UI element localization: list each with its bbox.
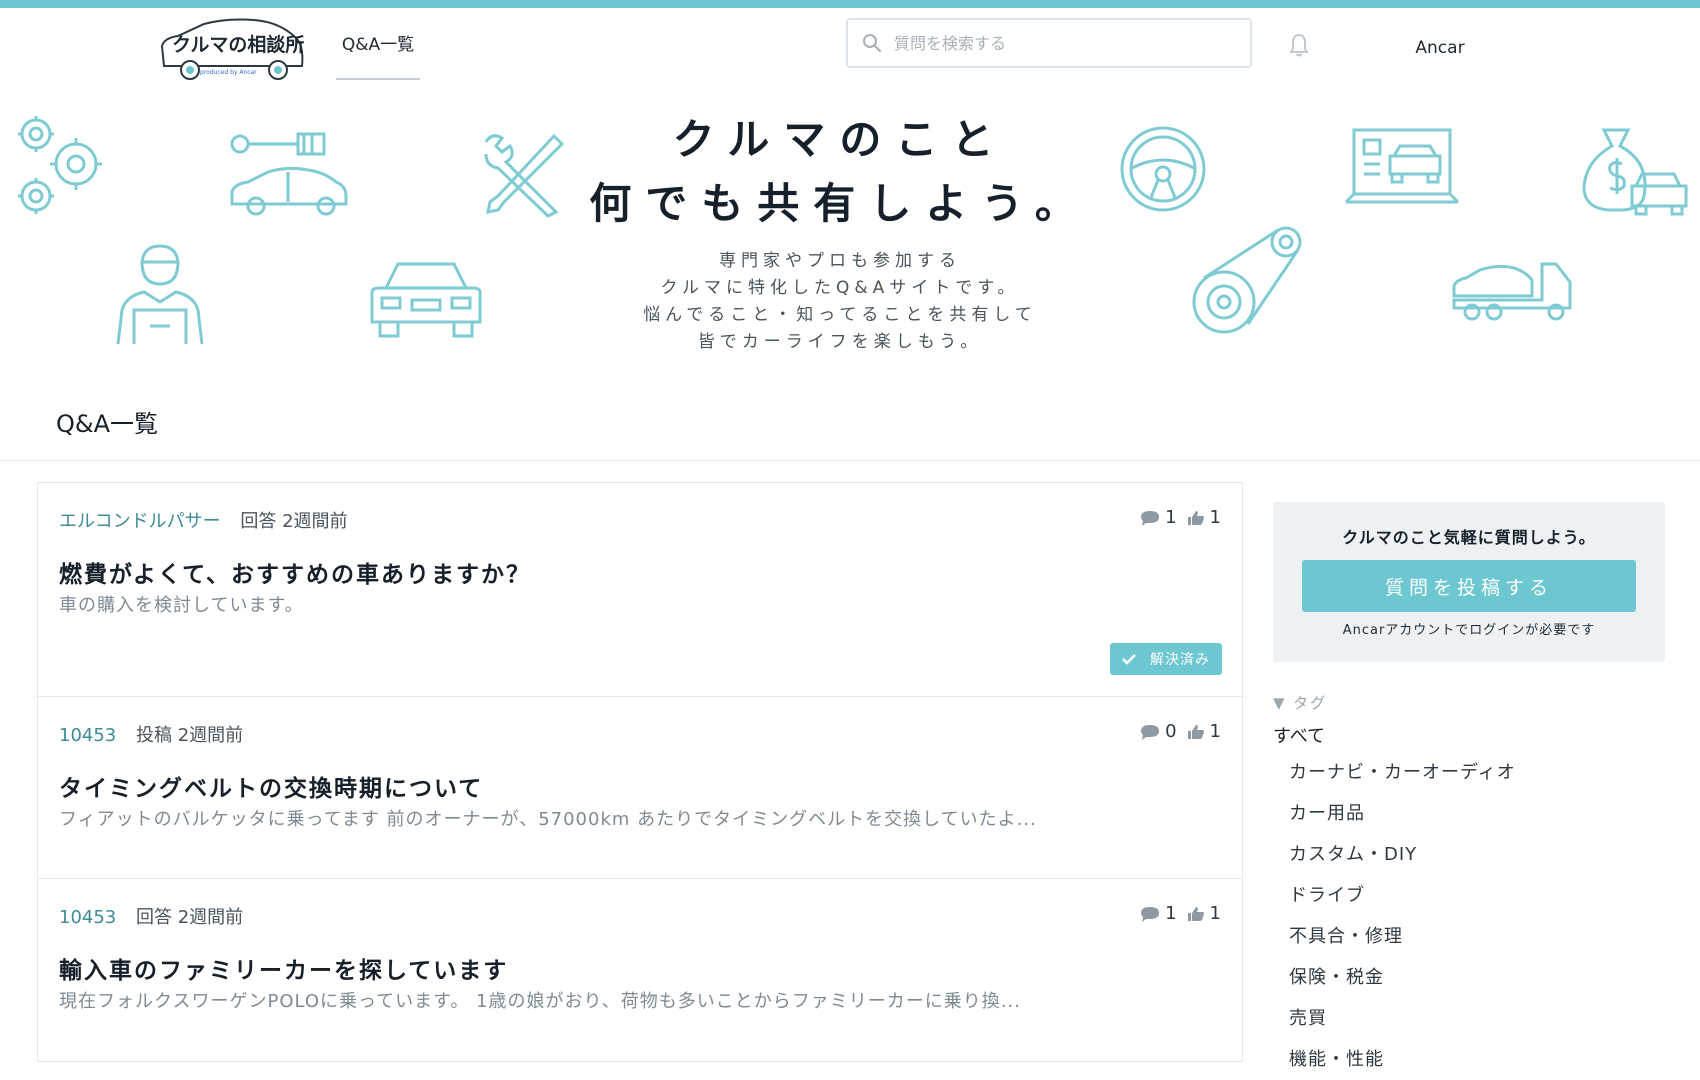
tools-icon <box>484 133 565 218</box>
comment-count: 1 <box>1165 903 1177 924</box>
tow-truck-icon <box>1452 262 1572 321</box>
check-icon <box>1122 654 1136 665</box>
question-item[interactable]: 10453 回答 2週間前 1 1 輸入車のファミリーカーを探しています 現在フ… <box>38 879 1242 1061</box>
question-action-time: 回答 2週間前 <box>240 511 348 532</box>
comment-count: 1 <box>1165 507 1177 528</box>
tag-item[interactable]: ドライブ <box>1289 875 1516 916</box>
tag-item[interactable]: 保険・税金 <box>1289 957 1516 998</box>
ask-question-panel: クルマのこと気軽に質問しよう。 質問を投稿する Ancarアカウントでログインが… <box>1273 502 1665 662</box>
timing-belt-icon <box>1192 226 1302 334</box>
post-question-button[interactable]: 質問を投稿する <box>1302 560 1636 612</box>
question-author[interactable]: 10453 <box>59 907 116 928</box>
section-divider <box>0 460 1700 461</box>
hero-description: 専門家やプロも参加する クルマに特化したQ&Aサイトです。 悩んでること・知って… <box>560 248 1120 356</box>
question-author[interactable]: 10453 <box>59 725 116 746</box>
like-count: 1 <box>1209 507 1221 528</box>
question-stats: 1 1 <box>1130 903 1221 924</box>
question-meta: エルコンドルパサー 回答 2週間前 <box>59 507 348 533</box>
like-count: 1 <box>1209 903 1221 924</box>
like-count: 1 <box>1209 721 1221 742</box>
user-menu[interactable]: Ancar <box>1400 38 1480 58</box>
tag-item[interactable]: 不具合・修理 <box>1289 916 1516 957</box>
question-action-time: 回答 2週間前 <box>136 907 244 928</box>
tag-section-toggle[interactable]: ▼ タグ <box>1273 692 1327 713</box>
car-front-icon <box>370 262 482 338</box>
comment-count: 0 <box>1165 721 1177 742</box>
tag-item[interactable]: 機能・性能 <box>1289 1039 1516 1080</box>
money-bag-car-icon <box>1582 128 1688 216</box>
search-input[interactable] <box>894 33 1224 53</box>
bell-icon[interactable] <box>1286 32 1312 58</box>
laptop-car-icon <box>1344 128 1460 204</box>
resolved-label: 解決済み <box>1150 652 1210 668</box>
search-icon <box>863 34 882 53</box>
hero-desc-line3: 悩んでること・知ってることを共有して <box>643 305 1037 325</box>
tag-all[interactable]: すべて <box>1273 722 1325 748</box>
hero-desc-line1: 専門家やプロも参加する <box>719 251 961 271</box>
mechanic-icon <box>116 244 204 345</box>
tag-item[interactable]: カー用品 <box>1289 793 1516 834</box>
comment-icon <box>1141 510 1160 526</box>
question-meta: 10453 回答 2週間前 <box>59 903 243 929</box>
question-title[interactable]: タイミングベルトの交換時期について <box>59 769 483 803</box>
question-meta: 10453 投稿 2週間前 <box>59 721 243 747</box>
tag-item[interactable]: 売買 <box>1289 998 1516 1039</box>
question-title[interactable]: 燃費がよくて、おすすめの車ありますか？ <box>59 555 531 589</box>
question-stats: 1 1 <box>1130 507 1221 528</box>
logo-text: クルマの相談所 <box>172 34 305 56</box>
question-title[interactable]: 輸入車のファミリーカーを探しています <box>59 951 508 985</box>
thumbs-up-icon <box>1187 510 1204 525</box>
gears-icon <box>18 116 102 214</box>
question-item[interactable]: エルコンドルパサー 回答 2週間前 1 1 燃費がよくて、おすすめの車ありますか… <box>38 483 1242 697</box>
hero-desc-line2: クルマに特化したQ&Aサイトです。 <box>660 278 1020 298</box>
thumbs-up-icon <box>1187 906 1204 921</box>
site-logo[interactable]: クルマの相談所 produced by Ancar <box>156 16 308 84</box>
hero-title: クルマのこと 何でも共有しよう。 <box>560 108 1120 236</box>
question-excerpt: 車の購入を検討しています。 <box>59 595 304 616</box>
comment-icon <box>1141 906 1160 922</box>
hero-title-line2: 何でも共有しよう。 <box>589 179 1091 228</box>
tag-item[interactable]: カーナビ・カーオーディオ <box>1289 752 1516 793</box>
top-accent-bar <box>0 0 1700 8</box>
comment-icon <box>1141 724 1160 740</box>
tag-item[interactable]: カスタム・DIY <box>1289 834 1516 875</box>
ask-question-heading: クルマのこと気軽に質問しよう。 <box>1342 528 1596 547</box>
question-excerpt: フィアットのバルケッタに乗ってます 前のオーナーが、57000km あたりでタイ… <box>59 809 1037 830</box>
question-action-time: 投稿 2週間前 <box>136 725 244 746</box>
logo-subtext: produced by Ancar <box>200 69 257 76</box>
question-author[interactable]: エルコンドルパサー <box>59 511 221 532</box>
site-header: クルマの相談所 produced by Ancar Q&A一覧 Ancar <box>0 8 1700 84</box>
car-wash-icon <box>230 132 348 216</box>
hero-title-line1: クルマのこと <box>672 115 1008 164</box>
question-stats: 0 1 <box>1130 721 1221 742</box>
steering-wheel-icon <box>1120 126 1206 212</box>
thumbs-up-icon <box>1187 724 1204 739</box>
section-title: Q&A一覧 <box>56 410 159 438</box>
question-excerpt: 現在フォルクスワーゲンPOLOに乗っています。 1歳の娘がおり、荷物も多いことか… <box>59 991 1021 1012</box>
resolved-badge: 解決済み <box>1110 643 1222 675</box>
tab-qa-list[interactable]: Q&A一覧 <box>336 30 420 80</box>
question-list: エルコンドルパサー 回答 2週間前 1 1 燃費がよくて、おすすめの車ありますか… <box>37 482 1243 1062</box>
question-item[interactable]: 10453 投稿 2週間前 0 1 タイミングベルトの交換時期について フィアッ… <box>38 697 1242 879</box>
search-box <box>846 18 1252 68</box>
hero-banner: クルマのこと 何でも共有しよう。 専門家やプロも参加する クルマに特化したQ&A… <box>0 90 1700 380</box>
login-required-note: Ancarアカウントでログインが必要です <box>1342 623 1596 638</box>
hero-desc-line4: 皆でカーライフを楽しもう。 <box>697 332 983 352</box>
tag-list: カーナビ・カーオーディオ カー用品 カスタム・DIY ドライブ 不具合・修理 保… <box>1289 752 1516 1080</box>
